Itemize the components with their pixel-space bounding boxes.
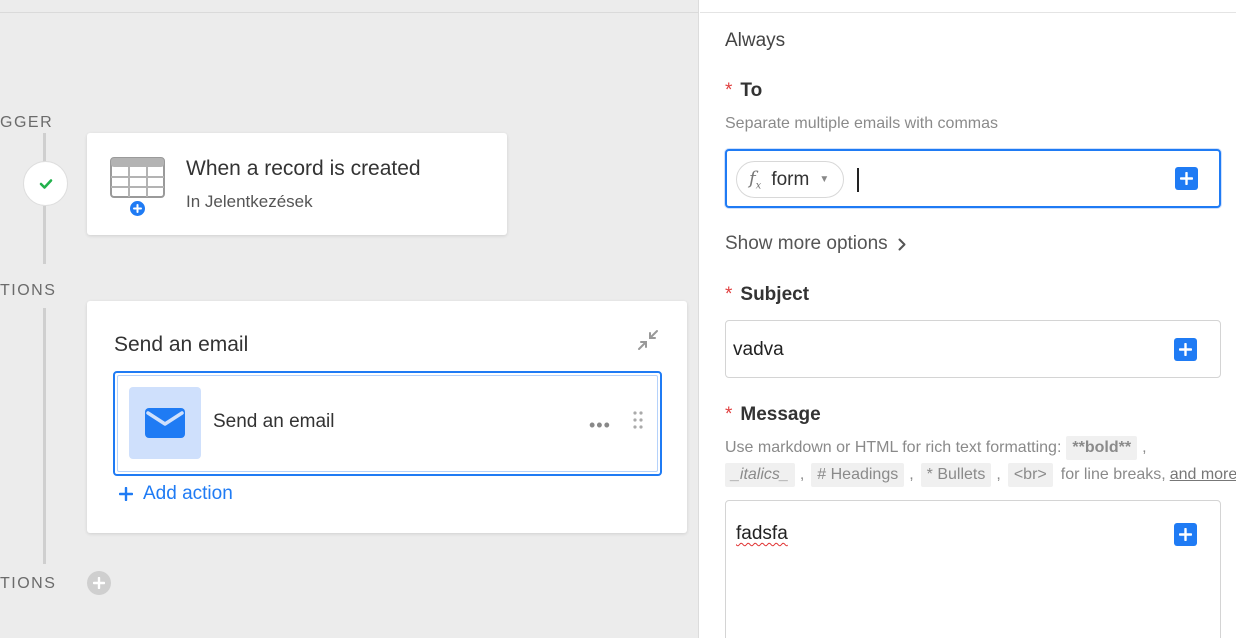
function-icon: fx <box>749 167 762 192</box>
timeline-line <box>43 206 46 264</box>
plus-icon <box>133 204 142 213</box>
subject-label-text: Subject <box>740 284 810 305</box>
to-field[interactable]: fx form ▼ <box>725 149 1221 208</box>
envelope-icon <box>145 408 185 438</box>
actions-section-label: TIONS <box>0 282 57 299</box>
trigger-section-label: GGER <box>0 114 54 131</box>
comma: , <box>909 466 914 483</box>
comma: , <box>799 466 805 483</box>
formula-token[interactable]: fx form ▼ <box>736 161 845 198</box>
collapse-icon[interactable] <box>637 329 659 351</box>
action-group-card: Send an email Send an email ••• Add acti… <box>87 301 687 533</box>
markdown-help-link[interactable]: and more <box>1170 466 1236 484</box>
message-field[interactable]: fadsfa <box>725 500 1221 638</box>
send-email-step[interactable]: Send an email ••• <box>113 371 662 476</box>
subject-value: vadva <box>733 339 784 360</box>
insert-field-button[interactable] <box>1174 523 1197 546</box>
check-icon <box>39 178 52 189</box>
message-hint-line-2: _italics_ , # Headings , * Bullets , <br… <box>725 463 1236 487</box>
trigger-add-badge <box>128 199 147 218</box>
to-field-hint: Separate multiple emails with commas <box>725 115 998 132</box>
condition-text: Always <box>725 30 786 51</box>
trigger-status-check <box>23 161 68 206</box>
plus-icon <box>1179 528 1192 541</box>
to-field-label: * To <box>725 80 762 102</box>
required-marker: * <box>725 284 733 305</box>
divider <box>0 12 699 13</box>
plus-icon <box>1180 172 1193 185</box>
caret-down-icon: ▼ <box>819 174 830 185</box>
code-bold: **bold** <box>1066 436 1138 460</box>
show-more-label: Show more options <box>725 233 888 254</box>
message-field-label: * Message <box>725 404 821 426</box>
to-label-text: To <box>740 80 763 101</box>
drag-handle-icon[interactable] <box>633 411 643 429</box>
plus-icon <box>93 577 105 589</box>
plus-icon <box>119 487 133 501</box>
subject-field-label: * Subject <box>725 284 809 306</box>
code-italics: _italics_ <box>725 463 795 487</box>
divider <box>700 12 1236 13</box>
insert-field-button[interactable] <box>1174 338 1197 361</box>
code-bullets: * Bullets <box>920 463 992 487</box>
timeline-line <box>43 308 46 564</box>
automation-canvas: GGER TIONS TIONS When a record is create… <box>0 0 699 638</box>
add-condition-button[interactable] <box>87 571 111 595</box>
envelope-icon-box <box>129 387 201 459</box>
action-config-panel: Always * To Separate multiple emails with… <box>700 0 1236 638</box>
required-marker: * <box>725 80 733 101</box>
message-value-text: fadsfa <box>736 523 788 544</box>
hint-prefix: Use markdown or HTML for rich text forma… <box>725 439 1062 456</box>
show-more-options-toggle[interactable]: Show more options <box>725 233 906 255</box>
comma: , <box>1142 439 1147 456</box>
token-label: form <box>771 168 810 190</box>
trigger-title: When a record is created <box>186 157 421 180</box>
plus-icon <box>1179 343 1192 356</box>
more-options-icon[interactable]: ••• <box>589 415 611 436</box>
hint-suffix: for line breaks, <box>1060 466 1166 483</box>
trigger-card[interactable]: When a record is created In Jelentkezése… <box>87 133 507 235</box>
message-hint-line-1: Use markdown or HTML for rich text forma… <box>725 436 1154 460</box>
add-action-label: Add action <box>143 483 233 504</box>
insert-field-button[interactable] <box>1175 167 1198 190</box>
action-group-title: Send an email <box>114 333 249 356</box>
subject-field[interactable]: vadva <box>725 320 1221 378</box>
message-label-text: Message <box>740 404 821 425</box>
code-headings: # Headings <box>811 463 905 487</box>
text-cursor <box>857 168 859 192</box>
conditions-section-label: TIONS <box>0 575 57 592</box>
add-action-button[interactable]: Add action <box>119 483 233 505</box>
message-value: fadsfa <box>736 523 788 545</box>
trigger-subtitle: In Jelentkezések <box>186 192 313 211</box>
chevron-right-icon <box>898 238 906 250</box>
step-label: Send an email <box>213 411 335 432</box>
comma: , <box>996 466 1001 483</box>
code-br: <br> <box>1007 463 1053 487</box>
table-icon <box>110 157 165 198</box>
required-marker: * <box>725 404 733 425</box>
